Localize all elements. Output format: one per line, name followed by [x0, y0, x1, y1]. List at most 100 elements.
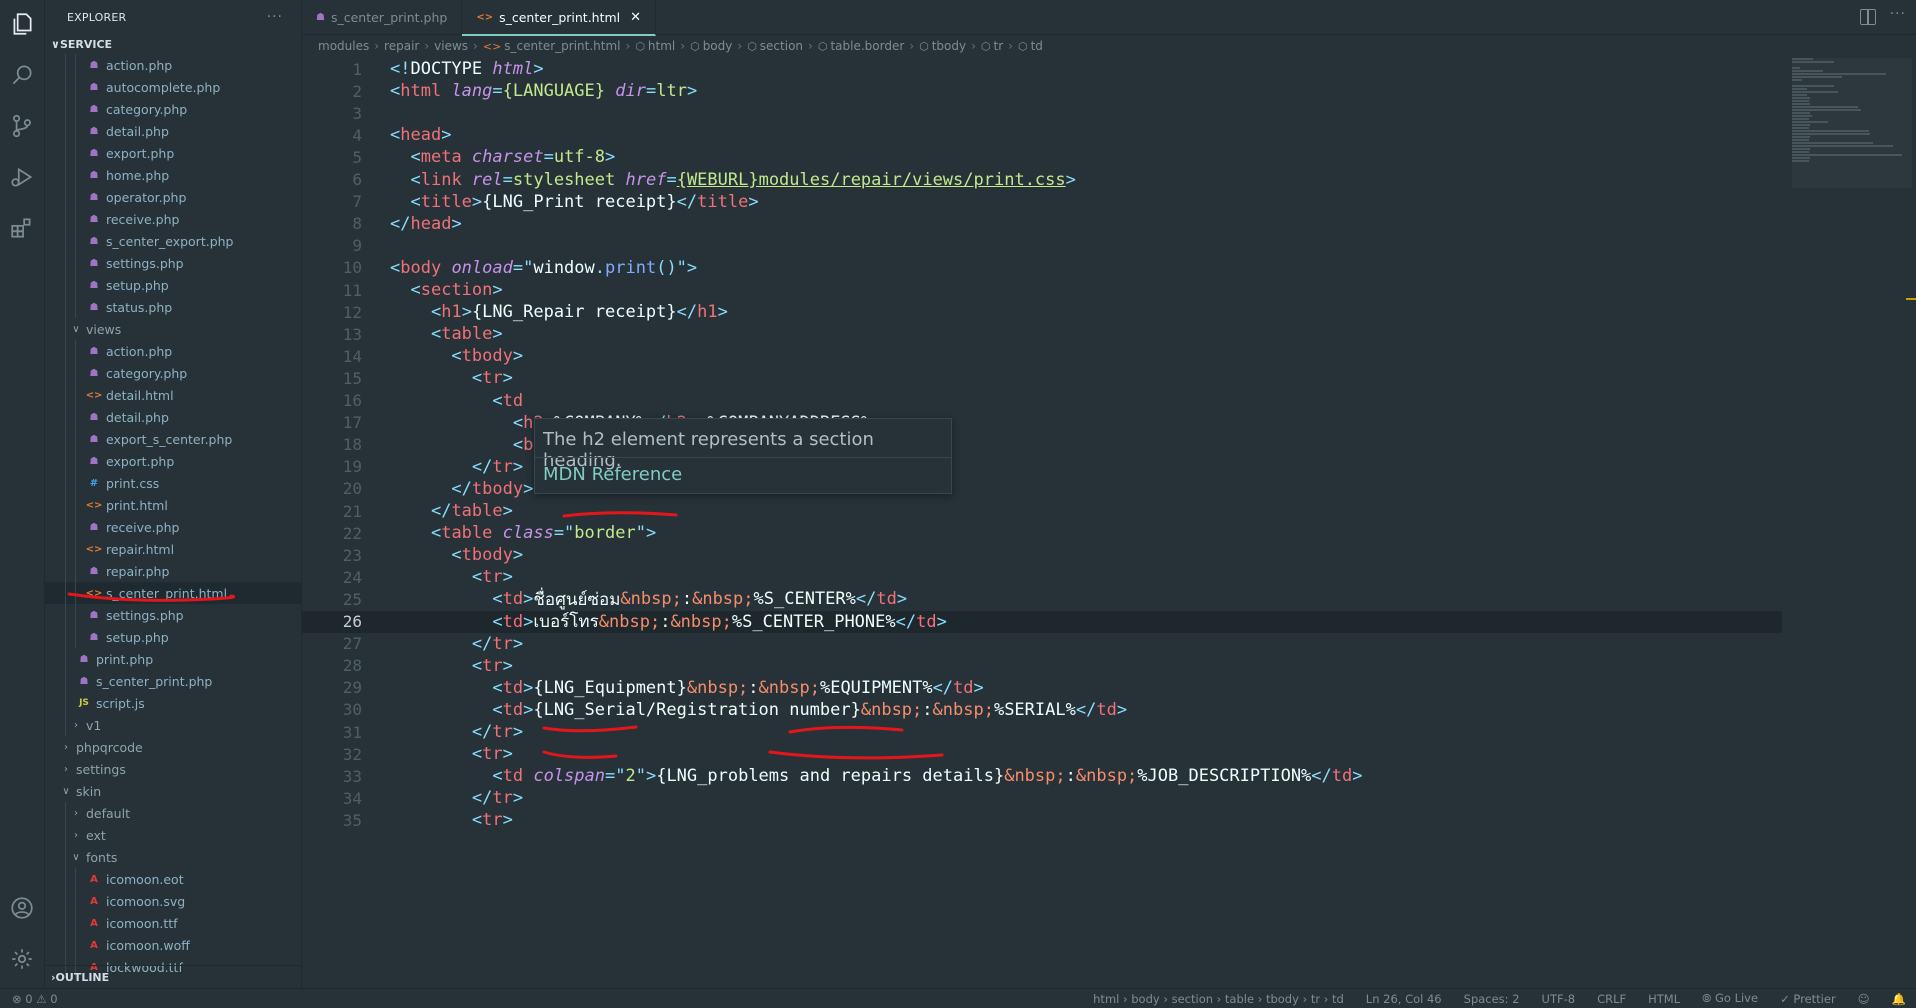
tree-file[interactable]: ☗ repair.php — [45, 560, 301, 582]
accounts-icon[interactable] — [8, 894, 36, 922]
code-line[interactable]: 34 </tr > — [302, 787, 1782, 809]
cursor-position[interactable]: Ln 26, Col 46 — [1366, 992, 1442, 1006]
code-line[interactable]: 11 < section > — [302, 279, 1782, 301]
tree-file[interactable]: Aicomoon.woff — [45, 934, 301, 956]
tree-file[interactable]: Aicomoon.eot — [45, 868, 301, 890]
line-ending[interactable]: CRLF — [1597, 992, 1626, 1006]
tree-file[interactable]: ☗ action.php — [45, 340, 301, 362]
tree-file[interactable]: ☗ setup.php — [45, 274, 301, 296]
tree-file[interactable]: <> detail.html — [45, 384, 301, 406]
split-editor-icon[interactable] — [1860, 9, 1876, 25]
code-line[interactable]: 1 <! DOCTYPE html > — [302, 58, 1782, 80]
status-path[interactable]: html › body › section › table › tbody › … — [1093, 992, 1344, 1006]
code-line[interactable]: 29 < td > {LNG_Equipment} &nbsp;: &nbsp; %EQUI… — [302, 677, 1782, 699]
extensions-icon[interactable] — [8, 214, 36, 242]
settings-gear-icon[interactable] — [8, 945, 36, 973]
code-line[interactable]: 9 — [302, 235, 1782, 257]
breadcrumb-item[interactable]: repair — [384, 39, 419, 53]
tree-file[interactable]: ☗ category.php — [45, 362, 301, 384]
tree-file[interactable]: ☗ settings.php — [45, 252, 301, 274]
explorer-icon[interactable] — [8, 10, 36, 38]
code-line[interactable]: 14 < tbody > — [302, 345, 1782, 367]
mdn-reference-link[interactable]: MDN Reference — [543, 464, 682, 485]
tree-file[interactable]: Aicomoon.ttf — [45, 912, 301, 934]
tree-folder[interactable]: › settings — [45, 758, 301, 780]
breadcrumb-item[interactable]: tr — [994, 39, 1004, 53]
go-live-button[interactable]: ⦾ Go Live — [1702, 991, 1758, 1006]
indentation[interactable]: Spaces: 2 — [1464, 992, 1520, 1006]
code-line[interactable]: 12 < h1 > {LNG_Repair receipt} </h1 > — [302, 301, 1782, 323]
language-mode[interactable]: HTML — [1648, 992, 1680, 1006]
more-actions-icon[interactable]: ··· — [267, 9, 283, 25]
tab-s-center-print-html[interactable]: <> s_center_print.html ✕ — [462, 0, 657, 36]
tree-file[interactable]: ☗ status.php — [45, 296, 301, 318]
tree-folder[interactable]: › phpqrcode — [45, 736, 301, 758]
code-line[interactable]: 27 </tr > — [302, 633, 1782, 655]
code-line[interactable]: 33 < td colspan =" 2 "> {LNG_problems and rep… — [302, 765, 1782, 787]
tree-folder[interactable]: › v1 — [45, 714, 301, 736]
tree-file[interactable]: JS script.js — [45, 692, 301, 714]
code-line[interactable]: 18 <br> {LNG_Phone} %COMPANYPHONE% </td> — [302, 434, 1782, 456]
code-line[interactable]: 17 <h2>%COMPANY%</h2> %COMPANYADDRESS% — [302, 412, 1782, 434]
close-tab-icon[interactable]: ✕ — [630, 10, 641, 25]
code-line[interactable]: 35 < tr > — [302, 809, 1782, 831]
code-line[interactable]: 10 < body onload =" window. print ()"> — [302, 257, 1782, 279]
code-line[interactable]: 31 </tr > — [302, 721, 1782, 743]
breadcrumb-item[interactable]: views — [434, 39, 468, 53]
workspace-section[interactable]: ∨ SERVICE — [45, 34, 301, 54]
breadcrumb-item[interactable]: td — [1031, 39, 1043, 53]
code-line[interactable]: 2 < html lang = {LANGUAGE} dir = ltr > — [302, 80, 1782, 102]
tree-file[interactable]: Aicomoon.svg — [45, 890, 301, 912]
notifications-bell-icon[interactable]: 🔔 — [1892, 992, 1906, 1006]
tree-folder[interactable]: ∨ fonts — [45, 846, 301, 868]
tree-file[interactable]: ☗ export_s_center.php — [45, 428, 301, 450]
source-control-icon[interactable] — [8, 112, 36, 140]
code-line[interactable]: 15 < tr > — [302, 367, 1782, 389]
prettier-status[interactable]: ✓ Prettier — [1780, 992, 1836, 1006]
search-icon[interactable] — [8, 61, 36, 89]
code-line[interactable]: 7 < title > {LNG_Print receipt} </title > — [302, 191, 1782, 213]
code-line[interactable]: 13 < table > — [302, 323, 1782, 345]
tree-file[interactable]: ☗ export.php — [45, 450, 301, 472]
breadcrumb-item[interactable]: table.border — [830, 39, 904, 53]
code-line[interactable]: 6 < link rel = stylesheet href = {WEBURL}modu… — [302, 169, 1782, 191]
breadcrumb-item[interactable]: body — [703, 39, 733, 53]
tree-file[interactable]: ☗ detail.php — [45, 406, 301, 428]
code-line[interactable]: 16 < td — [302, 390, 1782, 412]
breadcrumb-item[interactable]: section — [760, 39, 803, 53]
code-line[interactable]: 23 < tbody > — [302, 544, 1782, 566]
breadcrumb-item[interactable]: modules — [318, 39, 369, 53]
tree-folder[interactable]: › default — [45, 802, 301, 824]
tree-file[interactable]: ☗ s_center_print.php — [45, 670, 301, 692]
tree-folder[interactable]: ∨ views — [45, 318, 301, 340]
breadcrumb-item[interactable]: s_center_print.html — [504, 39, 620, 53]
tree-folder[interactable]: ∨ skin — [45, 780, 301, 802]
code-line[interactable]: 19 </tr > — [302, 456, 1782, 478]
breadcrumb-item[interactable]: html — [648, 39, 675, 53]
tree-file[interactable]: ☗ autocomplete.php — [45, 76, 301, 98]
tree-file[interactable]: <> repair.html — [45, 538, 301, 560]
code-line[interactable]: 22 < table class =" border "> — [302, 522, 1782, 544]
tree-file[interactable]: ☗ home.php — [45, 164, 301, 186]
tree-file[interactable]: ☗ receive.php — [45, 516, 301, 538]
tree-file[interactable]: ☗ export.php — [45, 142, 301, 164]
tree-file[interactable]: ☗ operator.php — [45, 186, 301, 208]
outline-section[interactable]: › OUTLINE — [45, 965, 301, 988]
code-line[interactable]: 5 < meta charset = utf-8 > — [302, 146, 1782, 168]
minimap[interactable] — [1792, 58, 1912, 988]
tree-file[interactable]: ☗ s_center_export.php — [45, 230, 301, 252]
tree-folder[interactable]: › ext — [45, 824, 301, 846]
encoding[interactable]: UTF-8 — [1542, 992, 1576, 1006]
code-line[interactable]: 25 < td > ชื่อศูนย์ซ่อม &nbsp;: &nbsp; %S_CENT… — [302, 588, 1782, 610]
code-line[interactable]: 21 </table > — [302, 500, 1782, 522]
tree-file[interactable]: ☗ receive.php — [45, 208, 301, 230]
code-line[interactable]: 28 < tr > — [302, 655, 1782, 677]
code-line[interactable]: 4 < head > — [302, 124, 1782, 146]
tree-file[interactable]: ☗ detail.php — [45, 120, 301, 142]
code-line[interactable]: 3 — [302, 102, 1782, 124]
tree-file[interactable]: ☗ category.php — [45, 98, 301, 120]
code-line[interactable]: 8 </head > — [302, 213, 1782, 235]
tree-file[interactable]: ☗ print.php — [45, 648, 301, 670]
code-editor[interactable]: 1 <! DOCTYPE html >2 < html lang = {LANGUAGE} d… — [302, 58, 1862, 988]
run-debug-icon[interactable] — [8, 163, 36, 191]
